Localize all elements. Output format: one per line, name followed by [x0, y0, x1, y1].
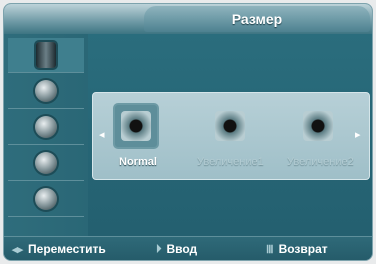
size-selector-panel: ◂ Normal Увеличение1 Увеличение2 ▸ — [92, 92, 370, 180]
size-option-label: Увеличение2 — [287, 156, 354, 168]
picture-size-icon — [215, 111, 245, 141]
setup-icon — [35, 152, 57, 174]
return-icon: Ⅲ — [266, 243, 274, 256]
size-option-zoom1[interactable] — [209, 105, 251, 147]
size-option-zoom2[interactable] — [297, 105, 339, 147]
channel-icon — [35, 116, 57, 138]
enter-icon: ⏵ — [156, 242, 162, 255]
sidebar-item-input[interactable] — [8, 182, 84, 217]
sound-icon — [35, 80, 57, 102]
sidebar-item-channel[interactable] — [8, 110, 84, 145]
menu-title: Размер — [144, 6, 370, 32]
navigate-icon: ◂▸ — [12, 243, 24, 256]
hint-return: Ⅲ Возврат — [266, 242, 328, 256]
size-option-normal[interactable] — [115, 105, 157, 147]
picture-icon — [36, 42, 56, 68]
hint-navigate: ◂▸ Переместить — [12, 242, 106, 256]
size-option-label: Normal — [119, 156, 157, 168]
hint-enter: ⏵ Ввод — [156, 242, 198, 256]
tv-osd-screen: Размер ◂ Normal Увеличение1 Увеличение2 … — [3, 3, 373, 261]
right-arrow-icon[interactable]: ▸ — [355, 129, 361, 141]
size-option-label: Увеличение1 — [197, 156, 264, 168]
picture-size-icon — [303, 111, 333, 141]
bottom-hint-bar: ◂▸ Переместить ⏵ Ввод Ⅲ Возврат — [4, 236, 372, 260]
input-icon — [35, 188, 57, 210]
left-arrow-icon[interactable]: ◂ — [99, 129, 105, 141]
sidebar-menu — [4, 34, 88, 236]
sidebar-item-setup[interactable] — [8, 146, 84, 181]
sidebar-item-sound[interactable] — [8, 74, 84, 109]
sidebar-item-picture[interactable] — [8, 38, 84, 73]
picture-size-icon — [121, 111, 151, 141]
